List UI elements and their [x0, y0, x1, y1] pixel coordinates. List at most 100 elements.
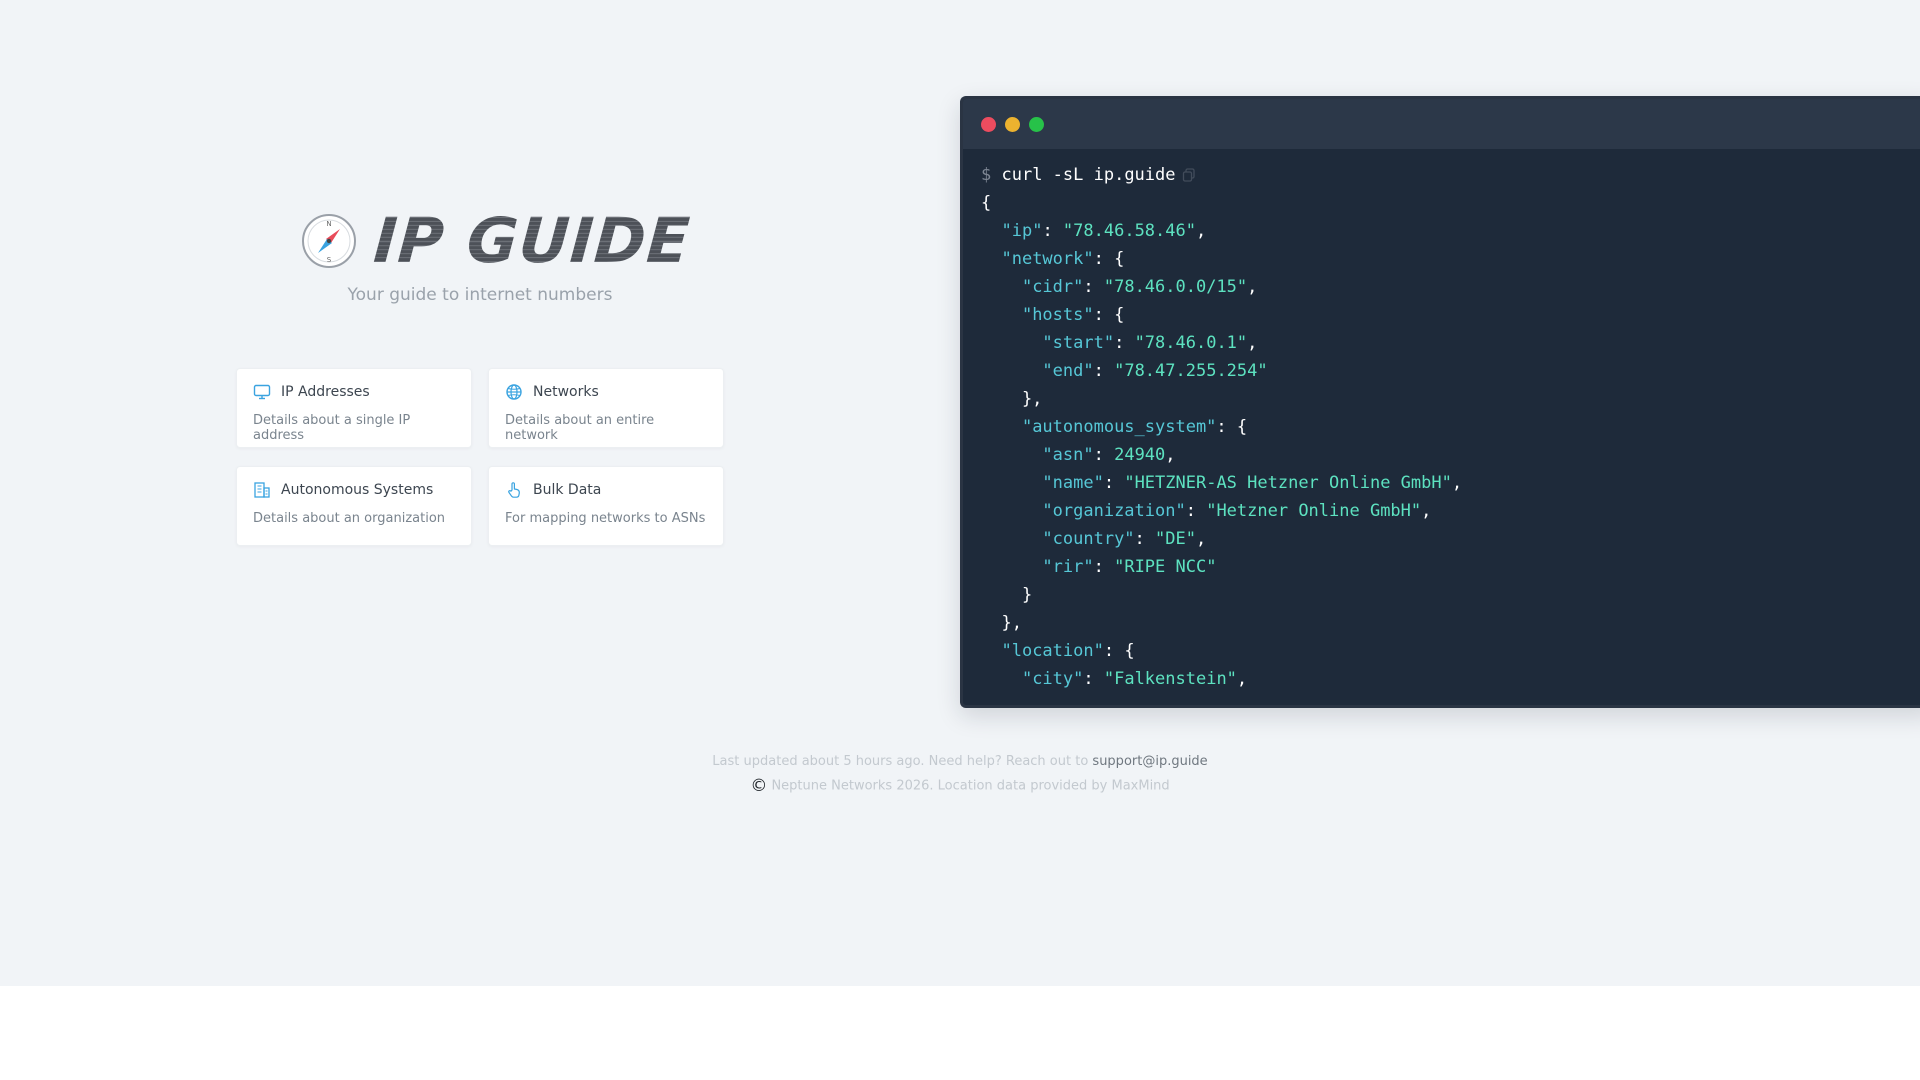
code-line: "organization": "Hetzner Online GmbH", — [981, 501, 1431, 521]
maximize-window-dot[interactable] — [1029, 116, 1044, 132]
footer: Last updated about 5 hours ago. Need hel… — [0, 750, 1920, 799]
json-value: "Falkenstein" — [1103, 669, 1237, 689]
support-email-link[interactable]: support@ip.guide — [1092, 754, 1207, 769]
json-punct: , — [1247, 277, 1258, 297]
json-punct: : — [1042, 221, 1063, 241]
json-key: "end" — [1042, 361, 1094, 381]
card-ip-addresses[interactable]: IP Addresses Details about a single IP a… — [236, 368, 472, 448]
json-punct — [981, 277, 1022, 297]
card-title: IP Addresses — [281, 384, 370, 400]
json-key: "rir" — [1042, 557, 1094, 577]
json-punct: , — [1195, 529, 1207, 549]
page: N S IP GUIDE Your guide to internet numb… — [0, 0, 1920, 986]
json-punct: : — [1093, 361, 1115, 381]
card-description: Details about an organization — [253, 511, 446, 526]
close-window-dot[interactable] — [981, 116, 996, 132]
code-line: "location": { — [981, 641, 1135, 661]
json-punct — [981, 361, 1042, 381]
svg-text:S: S — [327, 256, 332, 264]
json-punct: : — [1134, 529, 1156, 549]
code-line: "ip": "78.46.58.46", — [981, 221, 1206, 241]
code-line: } — [981, 585, 1032, 605]
code-line: { — [981, 193, 991, 213]
json-value: "78.46.0.0/15" — [1103, 277, 1248, 297]
json-punct: : { — [1093, 305, 1125, 325]
json-key: "network" — [1001, 249, 1094, 269]
code-line: }, — [981, 613, 1022, 633]
json-punct — [981, 501, 1042, 521]
json-punct — [981, 669, 1022, 689]
code-line: "end": "78.47.255.254" — [981, 361, 1268, 381]
json-punct — [981, 417, 1022, 437]
footer-updated-line: Last updated about 5 hours ago. Need hel… — [0, 750, 1920, 774]
monitor-icon — [253, 384, 271, 400]
building-icon — [254, 482, 270, 498]
json-punct: , — [1451, 473, 1463, 493]
json-value: "RIPE NCC" — [1114, 557, 1217, 577]
json-value: "DE" — [1155, 529, 1196, 549]
code-line: }, — [981, 389, 1042, 409]
json-key: "cidr" — [1021, 277, 1084, 297]
json-key: "start" — [1042, 333, 1115, 353]
card-description: Details about an entire network — [505, 413, 655, 443]
json-punct: , — [1195, 221, 1207, 241]
code-line: "city": "Falkenstein", — [981, 669, 1247, 689]
terminal-command: curl -sL ip.guide — [1001, 165, 1176, 185]
code-line: "network": { — [981, 249, 1124, 269]
json-punct — [981, 305, 1022, 325]
card-title: Autonomous Systems — [281, 482, 434, 498]
json-punct: } — [981, 585, 1033, 605]
brand: N S IP GUIDE — [300, 204, 693, 277]
globe-icon — [506, 384, 522, 400]
card-description: Details about a single IP address — [253, 413, 411, 443]
card-bulk-data[interactable]: Bulk Data For mapping networks to ASNs — [488, 466, 724, 546]
code-line: "autonomous_system": { — [981, 417, 1247, 437]
code-line: "country": "DE", — [981, 529, 1206, 549]
json-punct: : — [1083, 669, 1104, 689]
card-description: For mapping networks to ASNs — [505, 511, 706, 526]
copy-icon[interactable] — [1182, 168, 1196, 182]
json-key: "autonomous_system" — [1021, 417, 1217, 437]
json-punct: : { — [1216, 417, 1248, 437]
json-value: "78.46.0.1" — [1134, 333, 1248, 353]
json-key: "hosts" — [1021, 305, 1094, 325]
json-punct: , — [1247, 333, 1258, 353]
hero-section: N S IP GUIDE Your guide to internet numb… — [0, 0, 960, 986]
json-value: "78.47.255.254" — [1114, 361, 1268, 381]
json-key: "city" — [1021, 669, 1084, 689]
json-punct: , — [1236, 669, 1248, 689]
footer-copyright-line: © Neptune Networks 2026. Location data p… — [0, 774, 1920, 799]
footer-updated-text: Last updated about 5 hours ago. Need hel… — [712, 754, 1089, 769]
feature-cards: IP Addresses Details about a single IP a… — [236, 368, 724, 546]
json-punct: { — [981, 193, 992, 213]
terminal-prompt: $ — [981, 165, 992, 185]
code-line: "start": "78.46.0.1", — [981, 333, 1257, 353]
json-punct: : — [1093, 445, 1115, 465]
code-line: "hosts": { — [981, 305, 1124, 325]
card-networks[interactable]: Networks Details about an entire network — [488, 368, 724, 448]
minimize-window-dot[interactable] — [1005, 116, 1020, 132]
json-punct: : — [1083, 277, 1104, 297]
code-line: "cidr": "78.46.0.0/15", — [981, 277, 1257, 297]
json-punct: : — [1103, 473, 1125, 493]
json-punct: : { — [1103, 641, 1135, 661]
footer-copyright-text: Neptune Networks 2026. Location data pro… — [771, 778, 1170, 794]
json-punct — [981, 221, 1001, 241]
card-title: Bulk Data — [533, 482, 602, 498]
json-punct — [981, 473, 1042, 493]
terminal-titlebar — [963, 99, 1920, 149]
json-key: "country" — [1042, 529, 1135, 549]
json-punct: , — [1165, 445, 1176, 465]
terminal-output: $ curl -sL ip.guide { "ip": "78.46.58.46… — [963, 149, 1920, 705]
json-key: "location" — [1001, 641, 1104, 661]
json-key: "organization" — [1042, 501, 1186, 521]
json-key: "asn" — [1042, 445, 1094, 465]
json-value: "HETZNER-AS Hetzner Online GmbH" — [1124, 473, 1452, 493]
card-autonomous-systems[interactable]: Autonomous Systems Details about an orga… — [236, 466, 472, 546]
hand-pointer-icon — [508, 482, 520, 498]
json-punct — [981, 445, 1042, 465]
json-punct: }, — [981, 613, 1022, 633]
svg-text:N: N — [326, 220, 331, 228]
json-punct: : — [1185, 501, 1207, 521]
json-value: 24940 — [1114, 445, 1166, 465]
